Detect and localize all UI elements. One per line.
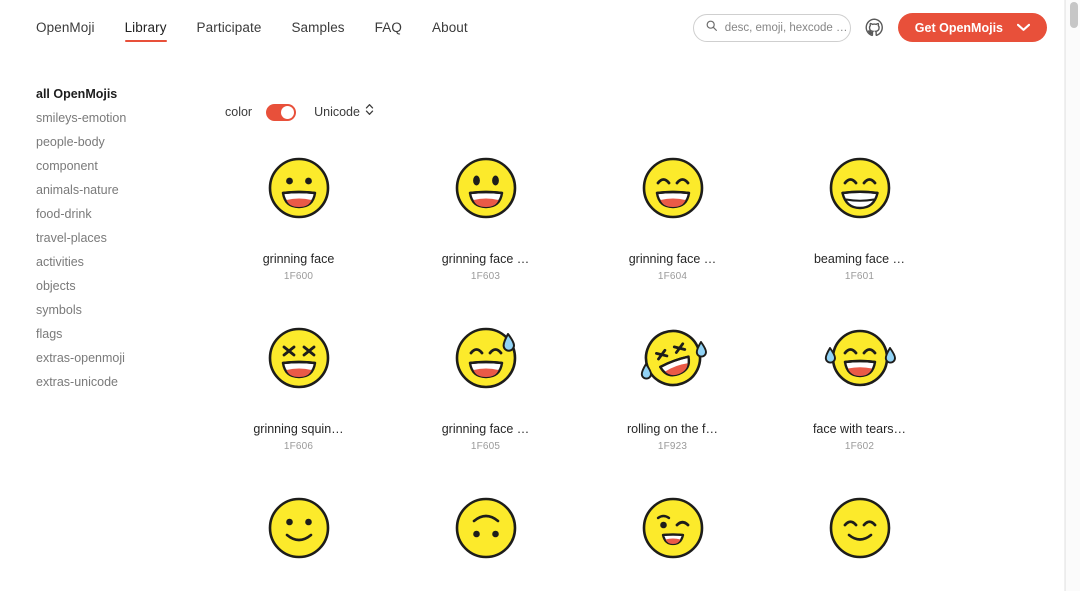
scrollbar-thumb[interactable] <box>1069 2 1078 28</box>
emoji-name: grinning face … <box>628 252 717 266</box>
nav-item-faq[interactable]: FAQ <box>375 20 402 38</box>
nav-item-samples[interactable]: Samples <box>291 20 344 38</box>
emoji-cell[interactable]: face with tears… 1F602 <box>766 310 953 480</box>
emoji-art-tears-of-joy <box>822 310 898 406</box>
emoji-name: beaming face … <box>813 252 906 266</box>
search-icon <box>705 19 718 37</box>
emoji-name: grinning face <box>262 252 335 266</box>
nav-item-participate[interactable]: Participate <box>197 20 262 38</box>
search-box[interactable] <box>692 13 851 42</box>
chevron-down-icon <box>1016 20 1031 35</box>
emoji-cell[interactable]: smiling f… 1F60A <box>766 480 953 591</box>
emoji-hexcode: 1F601 <box>844 271 875 282</box>
emoji-art-beaming <box>824 140 896 236</box>
emoji-cell[interactable]: winking f… 1F609 <box>579 480 766 591</box>
vertical-scrollbar[interactable] <box>1065 0 1080 591</box>
emoji-hexcode: 1F606 <box>283 441 314 452</box>
chevron-up-down-icon <box>365 103 374 121</box>
emoji-hexcode: 1F923 <box>657 441 688 452</box>
emoji-grid: grinning face 1F600 grinning face … 1F60… <box>205 140 1045 591</box>
emoji-name: grinning squin… <box>253 422 344 436</box>
emoji-cell[interactable]: grinning face 1F600 <box>205 140 392 310</box>
toggle-knob <box>281 105 295 119</box>
emoji-art-grinning-smiling-eyes <box>637 140 709 236</box>
emoji-cell[interactable]: grinning squin… 1F606 <box>205 310 392 480</box>
sidebar-item-activities[interactable]: activities <box>36 250 196 274</box>
sidebar-item-extras-unicode[interactable]: extras-unicode <box>36 370 196 394</box>
sort-select-value: Unicode <box>314 105 360 119</box>
emoji-hexcode: 1F604 <box>657 271 688 282</box>
sidebar-item-all-openmojis[interactable]: all OpenMojis <box>36 82 196 106</box>
emoji-name: grinning face … <box>441 422 530 436</box>
nav-item-library[interactable]: Library <box>124 20 167 42</box>
library-toolbar: color Unicode <box>225 103 374 121</box>
emoji-art-grinning <box>263 140 335 236</box>
sidebar-item-animals-nature[interactable]: animals-nature <box>36 178 196 202</box>
emoji-name: grinning face … <box>441 252 530 266</box>
sidebar-item-extras-openmoji[interactable]: extras-openmoji <box>36 346 196 370</box>
nav-item-openmoji[interactable]: OpenMoji <box>36 20 95 38</box>
emoji-hexcode: 1F603 <box>470 271 501 282</box>
emoji-art-winking <box>637 480 709 576</box>
emoji-cell[interactable]: grinning face … 1F604 <box>579 140 766 310</box>
site-header: OpenMoji Library Participate Samples FAQ… <box>0 0 1065 58</box>
emoji-cell[interactable]: grinning face … 1F603 <box>392 140 579 310</box>
header-actions: Get OpenMojis <box>692 13 1047 42</box>
emoji-cell[interactable]: grinning face … 1F605 <box>392 310 579 480</box>
emoji-hexcode: 1F602 <box>844 441 875 452</box>
emoji-art-smiling <box>824 480 896 576</box>
emoji-hexcode: 1F605 <box>470 441 501 452</box>
sidebar-item-component[interactable]: component <box>36 154 196 178</box>
sidebar-item-smileys-emotion[interactable]: smileys-emotion <box>36 106 196 130</box>
emoji-art-upside-down <box>450 480 522 576</box>
color-toggle[interactable] <box>266 103 297 121</box>
emoji-name: rolling on the f… <box>626 422 719 436</box>
openmoji-library-page: OpenMoji Library Participate Samples FAQ… <box>0 0 1080 591</box>
sidebar-item-objects[interactable]: objects <box>36 274 196 298</box>
emoji-cell[interactable]: slightly smiling f… 1F642 <box>205 480 392 591</box>
nav-item-about[interactable]: About <box>432 20 468 38</box>
emoji-name: face with tears… <box>812 422 907 436</box>
sidebar-item-people-body[interactable]: people-body <box>36 130 196 154</box>
sidebar-item-flags[interactable]: flags <box>36 322 196 346</box>
emoji-art-slightly-smiling <box>263 480 335 576</box>
emoji-cell[interactable]: rolling on the f… 1F923 <box>579 310 766 480</box>
get-openmojis-button[interactable]: Get OpenMojis <box>897 13 1047 42</box>
github-icon[interactable] <box>864 17 885 38</box>
emoji-art-sweat <box>450 310 522 406</box>
main-navigation: OpenMoji Library Participate Samples FAQ… <box>36 20 468 42</box>
sort-select[interactable]: Unicode <box>314 103 374 121</box>
category-sidebar: all OpenMojis smileys-emotion people-bod… <box>36 82 196 394</box>
get-openmojis-label: Get OpenMojis <box>914 20 1003 35</box>
emoji-art-grinning-big-eyes <box>450 140 522 236</box>
emoji-hexcode: 1F600 <box>283 271 314 282</box>
emoji-art-rofl <box>635 310 711 406</box>
color-toggle-label: color <box>225 105 253 119</box>
sidebar-item-food-drink[interactable]: food-drink <box>36 202 196 226</box>
emoji-cell[interactable]: beaming face … 1F601 <box>766 140 953 310</box>
emoji-art-squinting <box>263 310 335 406</box>
sidebar-item-symbols[interactable]: symbols <box>36 298 196 322</box>
sidebar-item-travel-places[interactable]: travel-places <box>36 226 196 250</box>
search-input[interactable] <box>724 21 847 34</box>
emoji-cell[interactable]: upside-down f… 1F643 <box>392 480 579 591</box>
